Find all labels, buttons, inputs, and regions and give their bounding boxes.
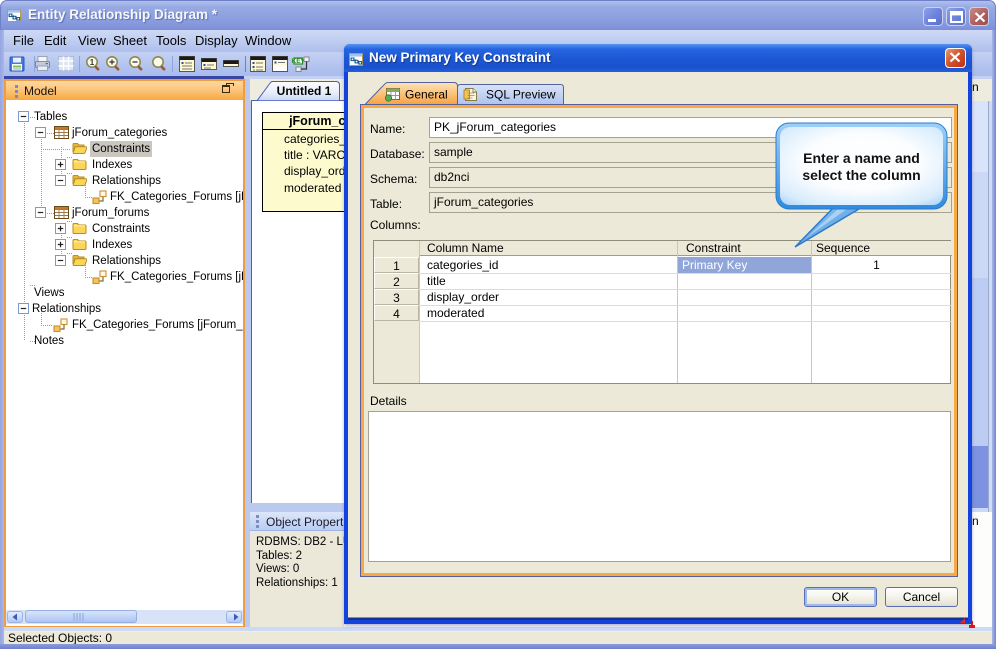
svg-text:General: General xyxy=(405,88,448,102)
svg-text:SQL Preview: SQL Preview xyxy=(486,88,556,102)
svg-text:1: 1 xyxy=(90,58,95,67)
svg-text:KEY: KEY xyxy=(292,58,306,65)
svg-text:Untitled 1: Untitled 1 xyxy=(277,84,332,98)
